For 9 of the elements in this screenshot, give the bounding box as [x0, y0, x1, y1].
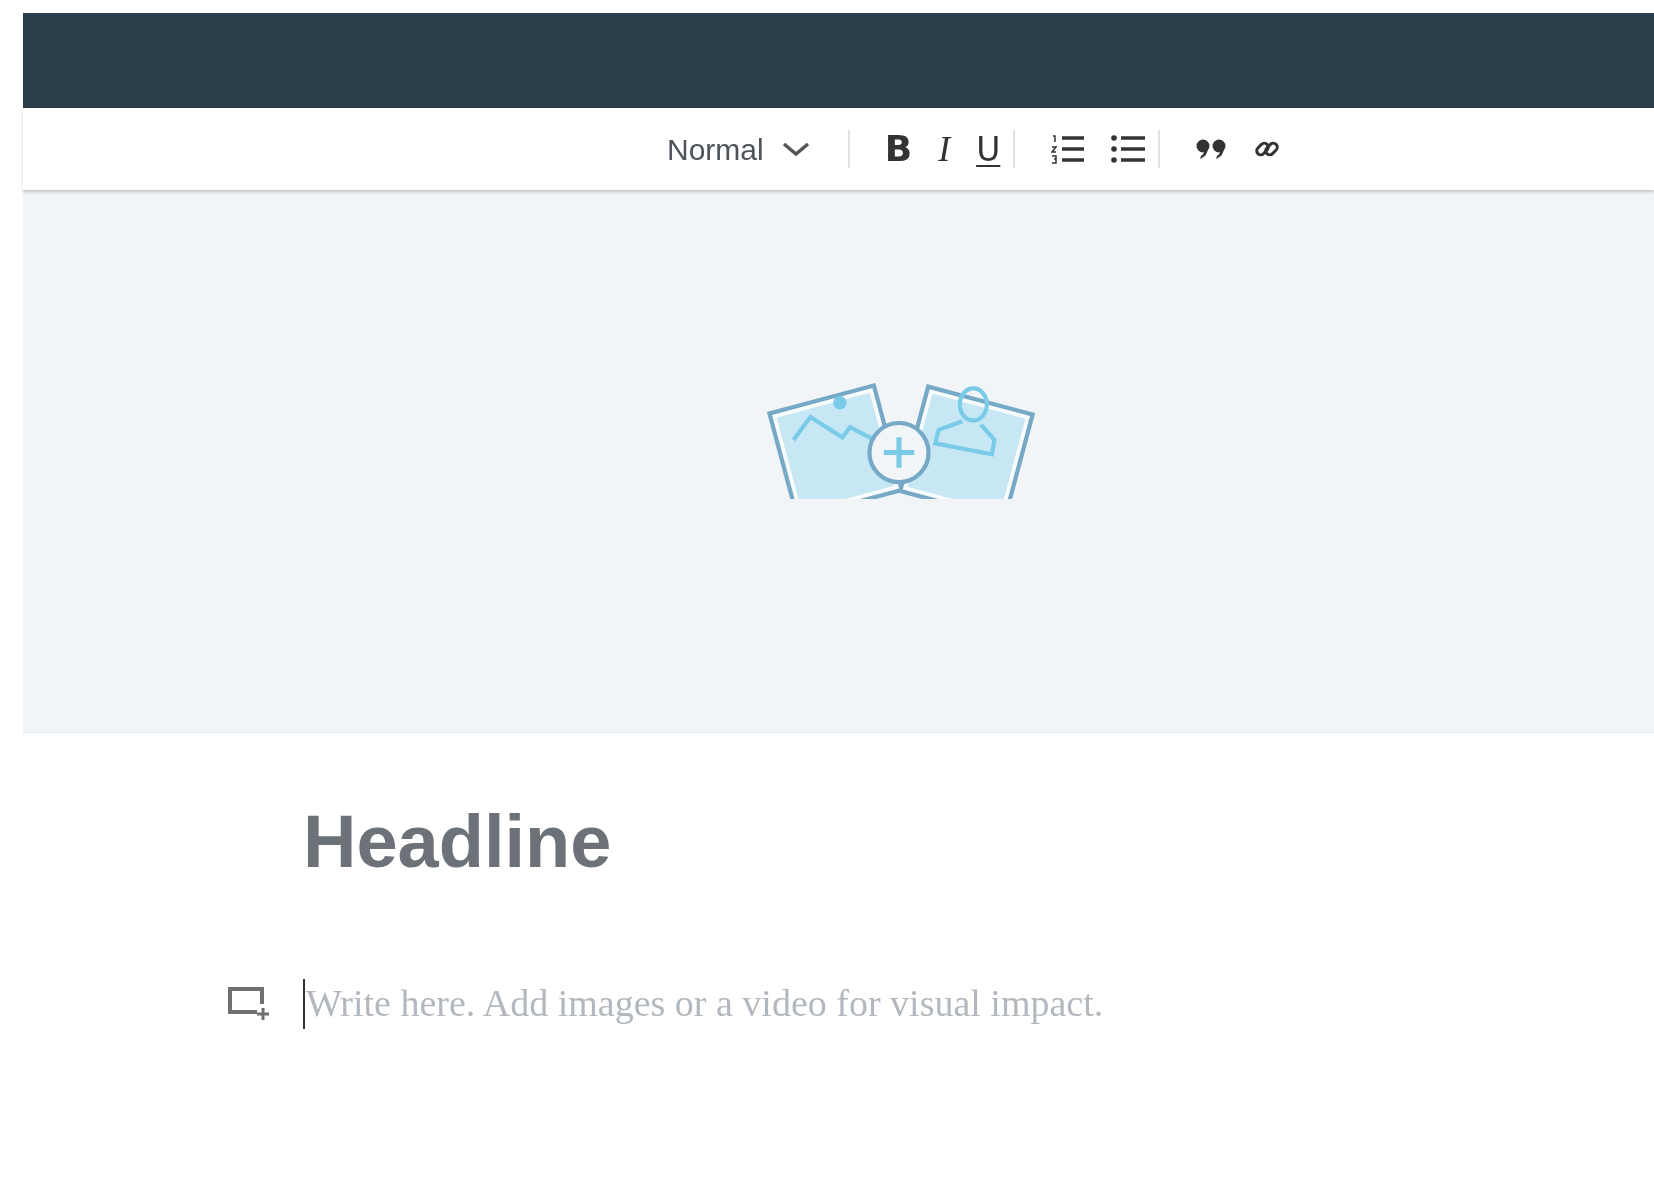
- chevron-down-icon: [781, 141, 810, 157]
- add-media-icon[interactable]: [227, 985, 271, 1022]
- numbered-list-icon[interactable]: [1051, 134, 1086, 164]
- headline-field[interactable]: Headline: [303, 805, 612, 879]
- bulleted-list-icon[interactable]: [1111, 134, 1146, 164]
- style-dropdown[interactable]: Normal: [667, 126, 810, 172]
- bold-button[interactable]: B: [871, 131, 926, 167]
- underline-button[interactable]: U: [963, 132, 1014, 166]
- italic-button[interactable]: I: [925, 131, 964, 167]
